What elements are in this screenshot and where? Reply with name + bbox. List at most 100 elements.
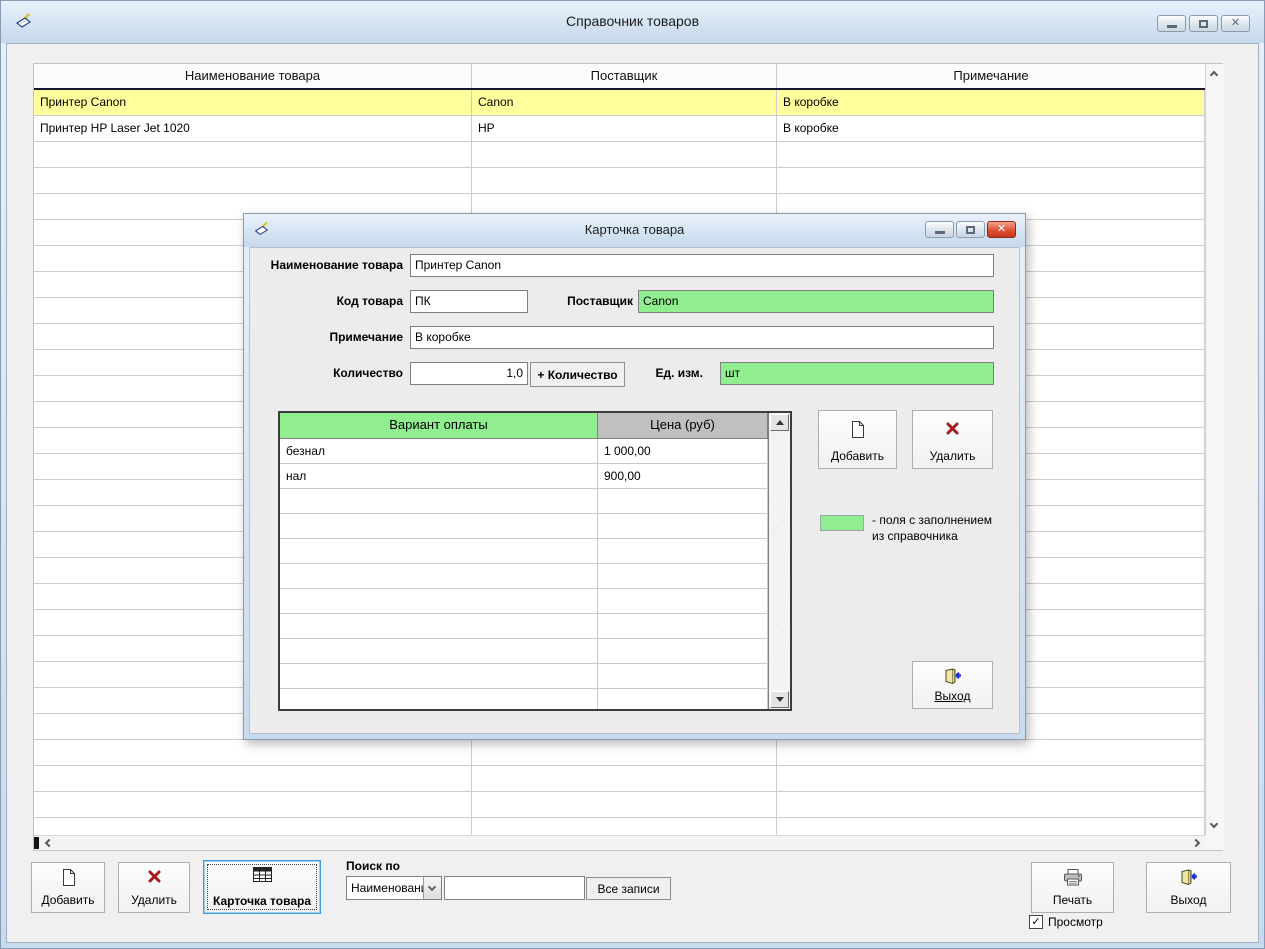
table-cell	[34, 142, 472, 167]
delete-button-label: Удалить	[131, 893, 177, 907]
column-header-supplier[interactable]: Поставщик	[472, 64, 777, 88]
price-cell	[598, 664, 768, 688]
dialog-maximize-button[interactable]	[956, 221, 985, 238]
price-cell	[280, 489, 598, 513]
add-quantity-label: + Количество	[537, 368, 617, 382]
vertical-scrollbar[interactable]	[1205, 64, 1224, 835]
preview-checkbox[interactable]: ✓	[1029, 915, 1043, 929]
table-row[interactable]	[34, 168, 1205, 194]
add-button[interactable]: Добавить	[31, 862, 105, 913]
table-row[interactable]	[34, 792, 1205, 818]
red-x-icon	[945, 421, 960, 436]
combo-drop-button[interactable]	[423, 877, 441, 899]
table-cell: Canon	[472, 90, 777, 115]
delete-button[interactable]: Удалить	[118, 862, 190, 913]
all-records-button[interactable]: Все записи	[586, 877, 671, 900]
dialog-titlebar: Карточка товара ✕	[244, 214, 1025, 247]
maximize-button[interactable]	[1189, 15, 1218, 32]
dialog-minimize-button[interactable]	[925, 221, 954, 238]
price-cell	[280, 564, 598, 588]
printer-icon	[1063, 869, 1083, 886]
scroll-right-icon[interactable]	[1192, 839, 1200, 847]
unit-field[interactable]: шт	[720, 362, 994, 385]
unit-field-label: Ед. изм.	[630, 362, 703, 385]
note-field[interactable]: В коробке	[410, 326, 994, 349]
print-button[interactable]: Печать	[1031, 862, 1114, 913]
search-field-select[interactable]: Наименованию	[346, 876, 442, 900]
table-row[interactable]	[34, 766, 1205, 792]
product-card-button[interactable]: Карточка товара	[203, 860, 321, 914]
price-row[interactable]	[280, 664, 768, 689]
dialog-add-button[interactable]: Добавить	[818, 410, 897, 469]
scrollbar-corner	[1205, 835, 1224, 850]
price-cell	[598, 489, 768, 513]
table-cell: Принтер HP Laser Jet 1020	[34, 116, 472, 141]
minimize-button[interactable]	[1157, 15, 1186, 32]
product-card-dialog: Карточка товара ✕ Наименование товара Пр…	[243, 213, 1026, 740]
table-row[interactable]	[34, 142, 1205, 168]
price-row[interactable]: нал900,00	[280, 464, 768, 489]
table-row[interactable]	[34, 818, 1205, 835]
close-icon: ✕	[1231, 18, 1240, 29]
price-cell	[280, 664, 598, 688]
price-row[interactable]	[280, 514, 768, 539]
price-row[interactable]	[280, 539, 768, 564]
table-cell	[777, 740, 1205, 765]
dialog-delete-button[interactable]: Удалить	[912, 410, 993, 469]
dialog-delete-button-label: Удалить	[930, 449, 976, 463]
price-cell	[280, 514, 598, 538]
price-row[interactable]	[280, 489, 768, 514]
table-row[interactable]: Принтер HP Laser Jet 1020HPВ коробке	[34, 116, 1205, 142]
horizontal-scrollbar[interactable]	[34, 835, 1205, 850]
price-row[interactable]	[280, 639, 768, 664]
triangle-up-icon	[776, 420, 784, 425]
scroll-up-button[interactable]	[770, 414, 789, 431]
add-button-label: Добавить	[41, 893, 94, 907]
quantity-field-label: Количество	[250, 362, 403, 385]
table-cell	[777, 168, 1205, 193]
dialog-close-button[interactable]: ✕	[987, 221, 1016, 238]
door-arrow-icon	[1179, 869, 1198, 886]
horizontal-scroll-thumb[interactable]	[34, 837, 39, 849]
legend-color-swatch	[820, 515, 864, 531]
price-row[interactable]	[280, 689, 768, 709]
scroll-up-icon[interactable]	[1210, 71, 1218, 79]
chevron-down-icon	[428, 883, 436, 891]
main-exit-button[interactable]: Выход	[1146, 862, 1231, 913]
table-cell	[34, 792, 472, 817]
table-cell: В коробке	[777, 90, 1205, 115]
dialog-exit-button[interactable]: Выход	[912, 661, 993, 709]
name-field[interactable]: Принтер Canon	[410, 254, 994, 277]
price-row[interactable]	[280, 564, 768, 589]
minimize-icon	[935, 231, 945, 234]
table-row[interactable]	[34, 740, 1205, 766]
table-row[interactable]: Принтер CanonCanonВ коробке	[34, 90, 1205, 116]
price-cell	[598, 639, 768, 663]
price-cell	[598, 564, 768, 588]
price-row[interactable]: безнал1 000,00	[280, 439, 768, 464]
preview-checkbox-row: ✓ Просмотр	[1029, 915, 1103, 929]
search-input[interactable]	[444, 876, 585, 900]
close-icon: ✕	[997, 224, 1006, 235]
quantity-field[interactable]: 1,0	[410, 362, 528, 385]
column-header-name[interactable]: Наименование товара	[34, 64, 472, 88]
price-table-scrollbar[interactable]	[768, 413, 790, 709]
price-row[interactable]	[280, 614, 768, 639]
close-button[interactable]: ✕	[1221, 15, 1250, 32]
main-window-title: Справочник товаров	[1, 1, 1264, 41]
price-row[interactable]	[280, 589, 768, 614]
scroll-left-icon[interactable]	[45, 839, 53, 847]
code-field-label: Код товара	[250, 290, 403, 313]
scroll-down-icon[interactable]	[1210, 820, 1218, 828]
column-header-note[interactable]: Примечание	[777, 64, 1205, 88]
table-cell	[34, 818, 472, 835]
scroll-down-button[interactable]	[770, 691, 789, 708]
note-field-label: Примечание	[250, 326, 403, 349]
supplier-field[interactable]: Canon	[638, 290, 994, 313]
legend-text: - поля с заполнением из справочника	[872, 512, 1032, 544]
red-x-icon	[147, 869, 162, 884]
dialog-title: Карточка товара	[244, 214, 1025, 246]
all-records-label: Все записи	[597, 882, 659, 896]
price-cell: безнал	[280, 439, 598, 463]
add-quantity-button[interactable]: + Количество	[530, 362, 625, 387]
